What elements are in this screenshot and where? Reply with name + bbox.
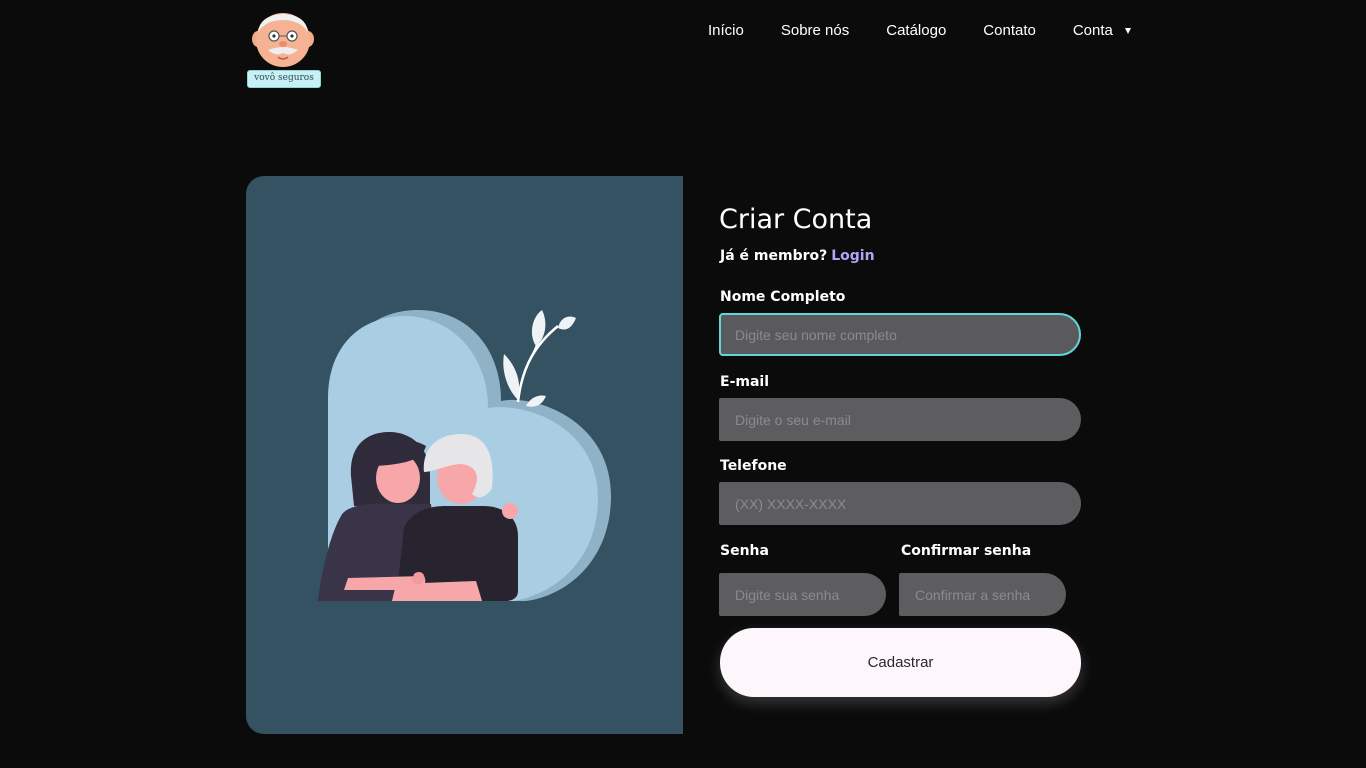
nav-link-catalogo[interactable]: Catálogo: [886, 20, 946, 42]
confirm-password-label: Confirmar senha: [901, 543, 1032, 559]
member-prompt-line: Já é membro? Login: [720, 248, 875, 264]
phone-input[interactable]: [719, 482, 1081, 525]
illustration-panel: [246, 176, 683, 734]
brand-logo[interactable]: vovô seguros: [246, 10, 322, 88]
password-label: Senha: [720, 543, 769, 559]
page-title: Criar Conta: [719, 204, 873, 235]
nav-dropdown-conta[interactable]: Conta: [1073, 20, 1131, 42]
couple-heart-illustration: [318, 310, 611, 601]
main-nav: Início Sobre nós Catálogo Contato Conta: [700, 20, 1131, 42]
member-prompt: Já é membro?: [720, 248, 828, 264]
email-label: E-mail: [720, 374, 770, 390]
grandpa-logo-icon: [252, 13, 314, 67]
name-input[interactable]: [719, 313, 1081, 356]
confirm-password-input[interactable]: [899, 573, 1066, 616]
dropdown-caret-icon: [1124, 28, 1131, 34]
email-input[interactable]: [719, 398, 1081, 441]
name-label: Nome Completo: [720, 289, 846, 305]
nav-link-sobre-nos[interactable]: Sobre nós: [781, 20, 849, 42]
phone-label: Telefone: [720, 458, 787, 474]
nav-link-inicio[interactable]: Início: [708, 20, 744, 42]
password-input[interactable]: [719, 573, 886, 616]
login-link[interactable]: Login: [831, 248, 874, 264]
nav-dropdown-conta-label: Conta: [1072, 22, 1113, 39]
brand-name: vovô seguros: [247, 70, 321, 88]
cadastrar-button[interactable]: Cadastrar: [720, 628, 1081, 697]
nav-link-contato[interactable]: Contato: [983, 20, 1036, 42]
